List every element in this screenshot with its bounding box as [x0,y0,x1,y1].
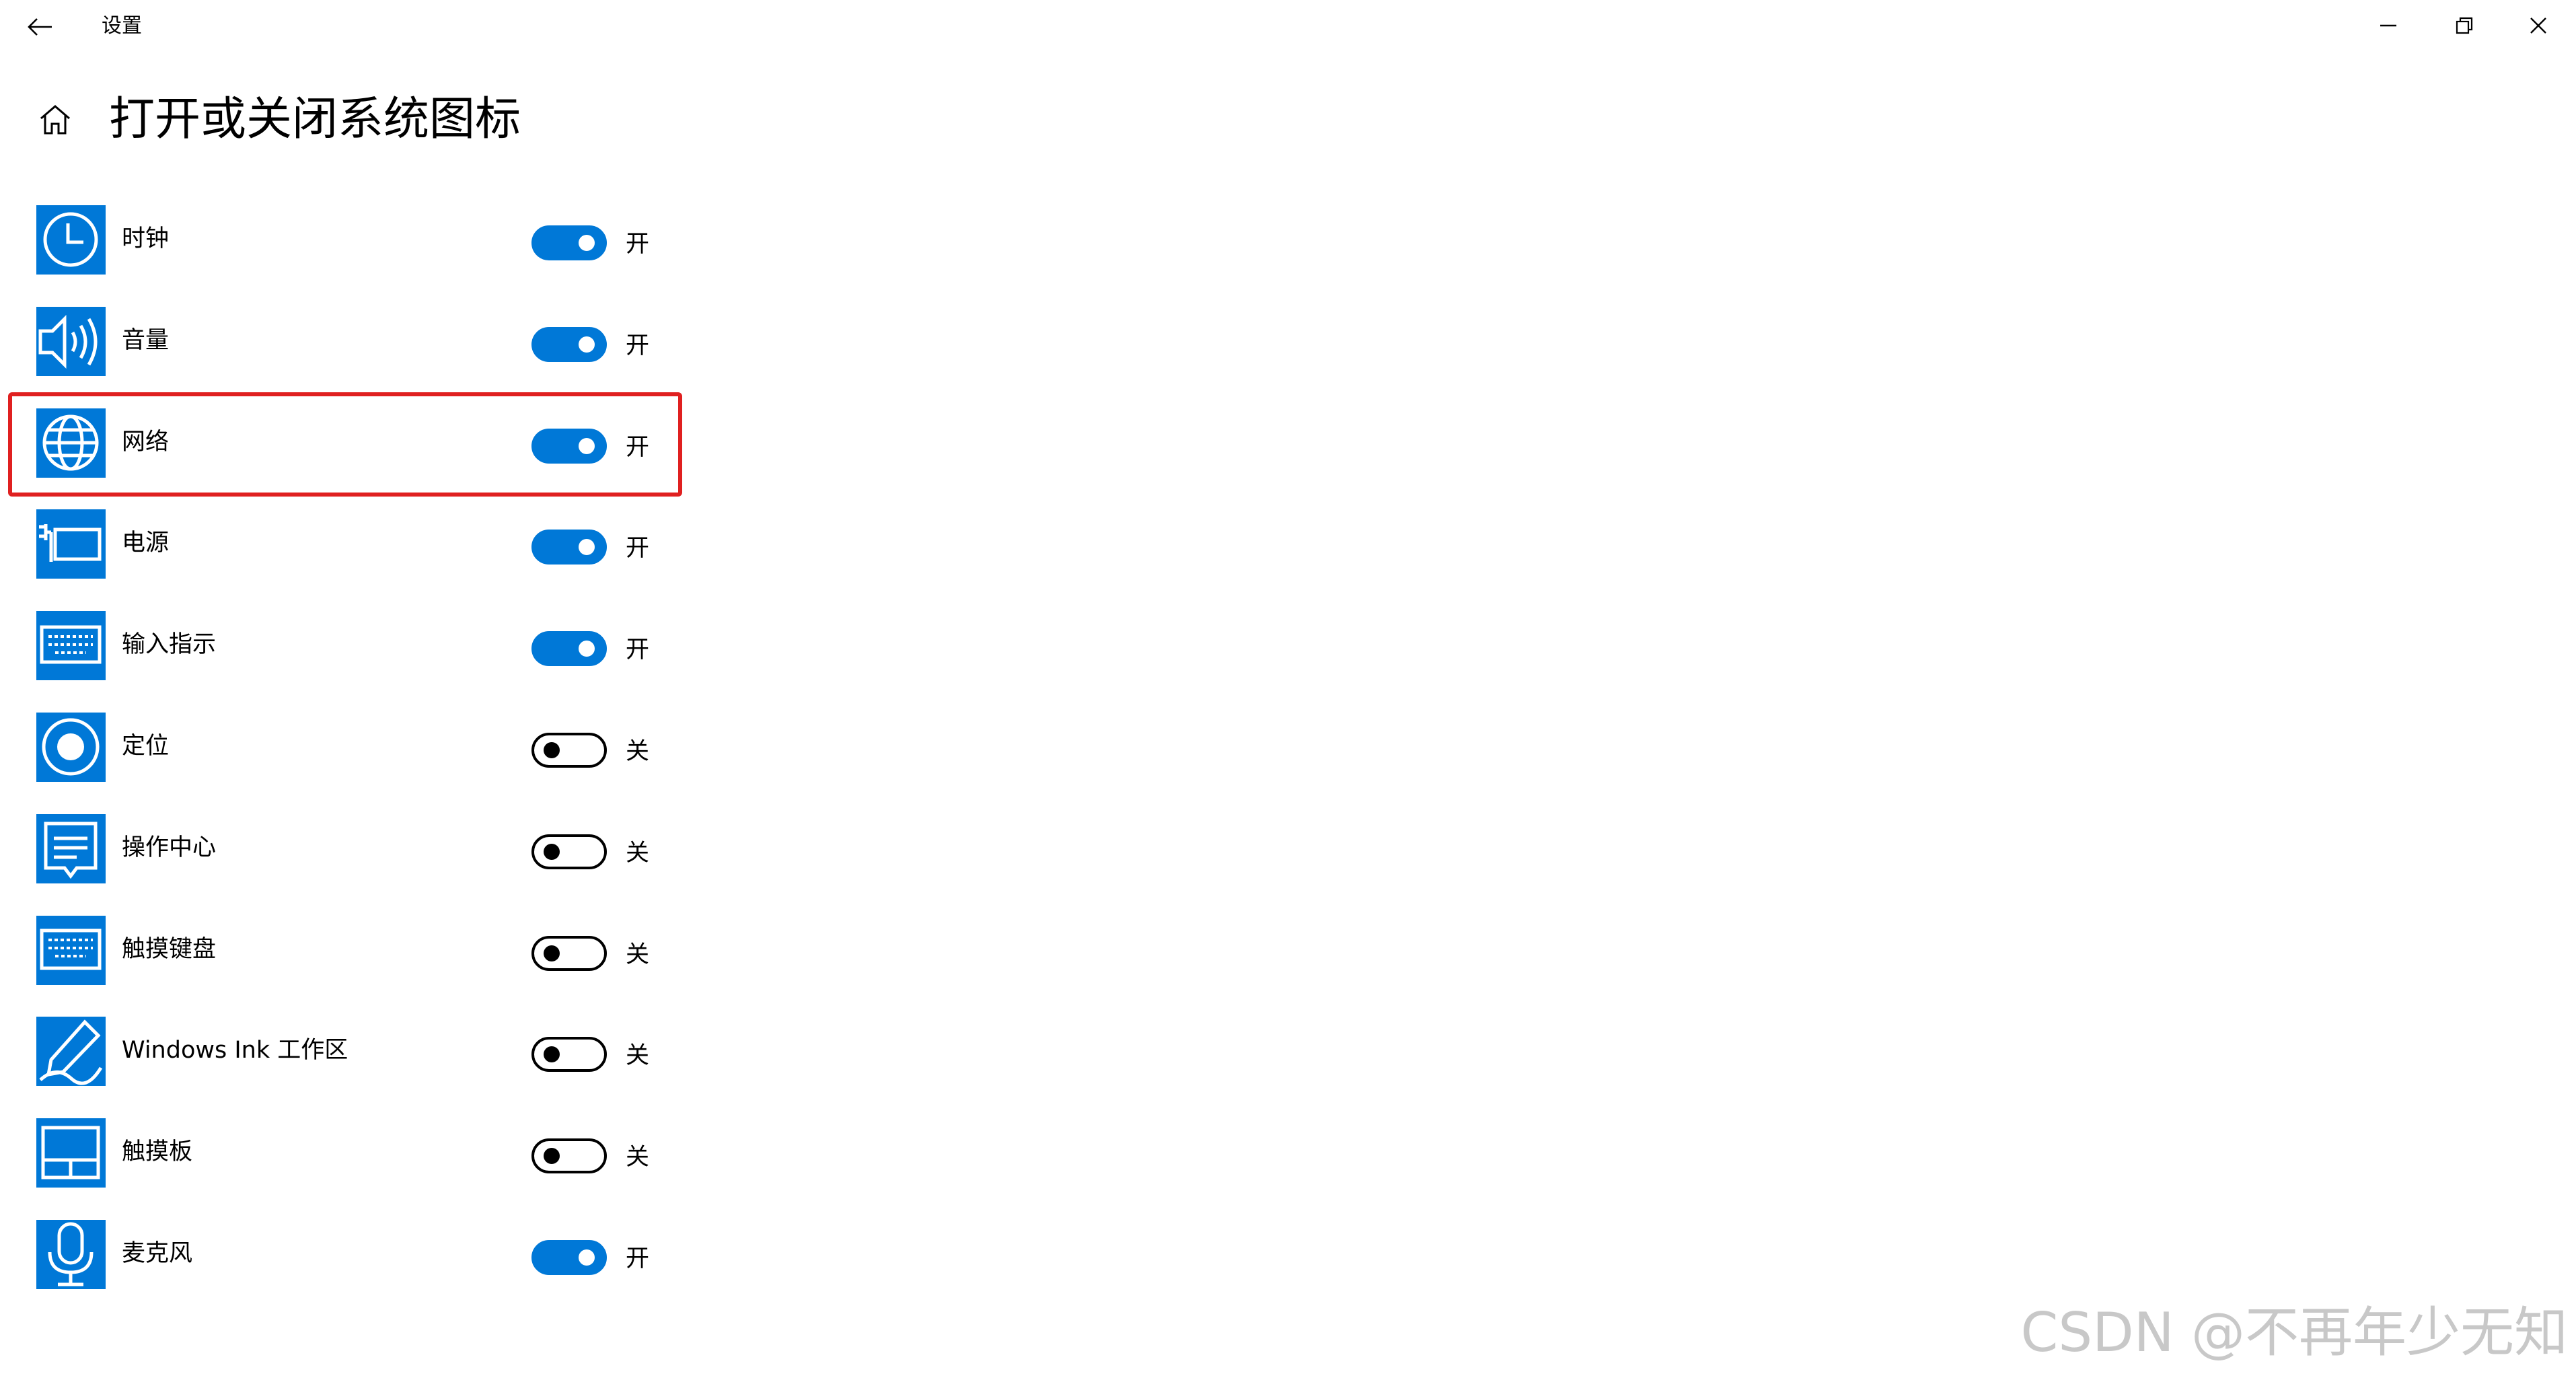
power-battery-icon [36,509,106,579]
icon-row-network-globe: 网络 开 [0,408,700,509]
toggle-knob [579,539,595,555]
toggle-knob [579,641,595,657]
toggle-state-label: 开 [626,434,650,461]
toggle-knob [579,235,595,251]
restore-button[interactable] [2427,0,2502,51]
minimize-button[interactable] [2351,0,2426,51]
volume-icon [36,307,106,376]
toggle-switch-microphone[interactable] [531,1240,607,1275]
microphone-icon [36,1220,106,1289]
row-label: 触摸板 [122,1138,193,1165]
toggle-knob [544,742,560,758]
toggle-switch-touch-keyboard[interactable] [531,936,607,971]
row-label: 定位 [122,733,170,760]
icon-row-microphone: 麦克风 开 [0,1220,700,1321]
toggle-switch-power-battery[interactable] [531,530,607,565]
toggle-state-label: 开 [626,231,650,258]
watermark: CSDN @不再年少无知 [2020,1301,2568,1364]
toggle-knob [544,844,560,860]
toggle-switch-volume[interactable] [531,327,607,362]
toggle-switch-touchpad[interactable] [531,1138,607,1173]
toggle-switch-location[interactable] [531,733,607,768]
toggle-state-label: 关 [626,941,650,968]
windows-ink-icon [36,1017,106,1086]
row-label: 网络 [122,429,170,456]
home-button[interactable] [36,101,74,139]
row-label: 麦克风 [122,1240,193,1267]
row-label: 操作中心 [122,834,217,861]
toggle-state-label: 关 [626,1144,650,1171]
toggle-switch-input-keyboard[interactable] [531,631,607,666]
toggle-state-label: 关 [626,738,650,765]
toggle-knob [544,1046,560,1062]
arrow-left-icon [28,18,52,36]
icon-row-input-keyboard: 输入指示 开 [0,611,700,712]
toggle-state-label: 开 [626,535,650,562]
icon-row-power-battery: 电源 开 [0,509,700,610]
settings-window: 设置 打开或关闭系统图标 时钟开音量开网络开电源开输入指示开定位关操作中心关触摸… [0,0,2576,1382]
touchpad-icon [36,1118,106,1188]
toggle-state-label: 开 [626,332,650,359]
icon-row-touchpad: 触摸板 关 [0,1118,700,1219]
icon-row-action-center: 操作中心 关 [0,814,700,915]
toggle-switch-windows-ink[interactable] [531,1037,607,1072]
toggle-state-label: 开 [626,637,650,663]
row-label: 电源 [122,530,170,556]
row-label: 触摸键盘 [122,936,217,963]
toggle-switch-action-center[interactable] [531,834,607,869]
icon-row-clock: 时钟 开 [0,205,700,306]
toggle-knob [579,1249,595,1266]
toggle-knob [579,438,595,454]
home-icon [40,105,70,135]
input-keyboard-icon [36,611,106,680]
app-title: 设置 [102,14,142,38]
touch-keyboard-icon [36,916,106,985]
location-icon [36,713,106,782]
toggle-state-label: 关 [626,840,650,867]
row-label: 时钟 [122,225,170,252]
toggle-knob [544,1148,560,1164]
icon-row-volume: 音量 开 [0,307,700,408]
page-title: 打开或关闭系统图标 [109,93,521,146]
action-center-icon [36,814,106,883]
toggle-state-label: 关 [626,1042,650,1069]
row-label: Windows Ink 工作区 [122,1037,348,1064]
row-label: 输入指示 [122,631,217,658]
toggle-state-label: 开 [626,1245,650,1272]
toggle-switch-clock[interactable] [531,225,607,260]
icon-row-location: 定位 关 [0,713,700,813]
restore-icon [2456,17,2473,34]
network-globe-icon [36,408,106,478]
icon-row-touch-keyboard: 触摸键盘 关 [0,916,700,1017]
toggle-switch-network-globe[interactable] [531,429,607,464]
icon-row-windows-ink: Windows Ink 工作区 关 [0,1017,700,1118]
minimize-icon [2380,24,2396,27]
toggle-knob [544,945,560,961]
clock-icon [36,205,106,275]
close-button[interactable] [2501,0,2576,51]
close-icon [2530,17,2546,34]
back-button[interactable] [0,0,79,54]
toggle-knob [579,336,595,353]
row-label: 音量 [122,327,170,354]
